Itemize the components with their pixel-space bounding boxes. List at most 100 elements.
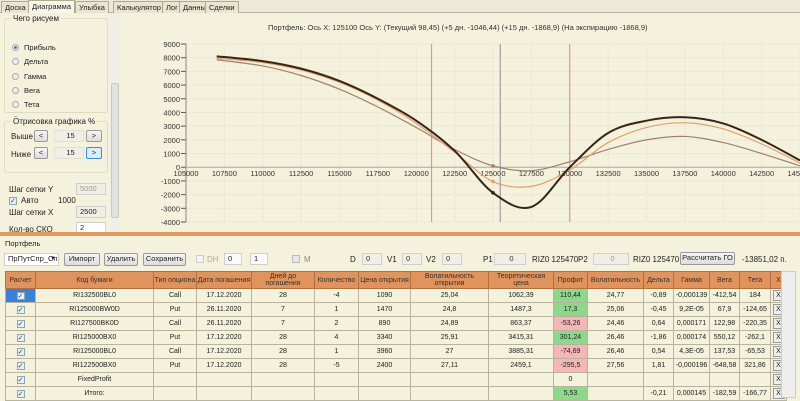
- x-tick-label: 135000: [634, 169, 659, 178]
- p2-field[interactable]: 0: [593, 253, 629, 265]
- calc-checkbox-cell[interactable]: ✓: [5, 358, 36, 373]
- delete-button[interactable]: Удалить: [104, 253, 138, 266]
- radio-0[interactable]: Прибыль: [12, 43, 56, 52]
- calc-checkbox[interactable]: ✓: [16, 333, 25, 342]
- calc-checkbox-cell[interactable]: ✓: [5, 372, 36, 387]
- column-header[interactable]: Волатильность: [587, 271, 644, 289]
- table-cell: -0,000139: [673, 288, 710, 303]
- grid-y-field[interactable]: 5000: [76, 183, 106, 195]
- table-row[interactable]: ✓ RI125000BX0 Put 17.12.2020 28 4 3340 25,91 341…: [5, 330, 787, 345]
- column-header[interactable]: Дней до погашения: [251, 271, 315, 289]
- column-header[interactable]: Расчет: [5, 271, 36, 289]
- save-button[interactable]: Сохранить: [143, 253, 186, 266]
- tab-0[interactable]: Доска: [1, 1, 30, 13]
- table-row[interactable]: ✓ RI132500BL0 Call 17.12.2020 28 -4 1090 25,04 1…: [5, 288, 787, 303]
- spin2-field[interactable]: 1: [250, 253, 268, 265]
- column-header[interactable]: Цена открытия: [358, 271, 411, 289]
- calc-checkbox[interactable]: ✓: [16, 319, 25, 328]
- table-cell: 3415,31: [488, 330, 554, 345]
- calc-checkbox-cell[interactable]: ✓: [5, 386, 36, 401]
- column-header[interactable]: Гамма: [673, 271, 710, 289]
- grid-x-field[interactable]: 2500: [76, 206, 106, 218]
- table-cell: 0,000174: [673, 330, 710, 345]
- calculate-go-button[interactable]: Рассчитать ГО: [680, 252, 735, 265]
- m-checkbox[interactable]: [292, 255, 300, 263]
- v1-field[interactable]: 0: [402, 253, 422, 265]
- radio-2[interactable]: Гамма: [12, 72, 46, 81]
- p1-field[interactable]: 0: [494, 253, 526, 265]
- below-decrease-button[interactable]: <: [34, 147, 48, 159]
- scrollbar-thumb[interactable]: [111, 83, 119, 218]
- table-row[interactable]: ✓ RI125000BW0D Put 26.11.2020 7 1 1470 24,8 1487…: [5, 302, 787, 317]
- radio-4[interactable]: Тета: [12, 100, 40, 109]
- column-header[interactable]: Дата погашения: [196, 271, 252, 289]
- d-field[interactable]: 0: [362, 253, 382, 265]
- table-cell: 1: [314, 302, 359, 317]
- auto-checkbox[interactable]: ✓: [9, 197, 17, 205]
- calc-checkbox-cell[interactable]: ✓: [5, 302, 36, 317]
- table-row[interactable]: ✓ RI127500BK0D Call 26.11.2020 7 2 890 24,89 863…: [5, 316, 787, 331]
- calc-checkbox[interactable]: ✓: [16, 375, 25, 384]
- table-cell: [643, 372, 674, 387]
- import-button[interactable]: Импорт: [64, 253, 100, 266]
- table-row[interactable]: ✓ RI122500BX0 Put 17.12.2020 28 -5 2400 27,11 24…: [5, 358, 787, 373]
- dh-checkbox[interactable]: [196, 255, 204, 263]
- column-header[interactable]: Волатильность открытия: [410, 271, 489, 289]
- calc-checkbox-cell[interactable]: ✓: [5, 344, 36, 359]
- radio-3[interactable]: Вега: [12, 86, 40, 95]
- above-decrease-button[interactable]: <: [34, 130, 48, 142]
- column-header[interactable]: Вега: [709, 271, 740, 289]
- left-panel-scrollbar[interactable]: [110, 13, 120, 233]
- p2-label: P2: [578, 255, 588, 264]
- below-value-field[interactable]: 15: [54, 147, 84, 159]
- calc-checkbox-cell[interactable]: ✓: [5, 288, 36, 303]
- table-cell: 28: [251, 358, 315, 373]
- table-cell: 17,3: [553, 302, 588, 317]
- y-tick-label: 8000: [163, 54, 180, 63]
- table-cell: 1: [314, 344, 359, 359]
- above-increase-button[interactable]: >: [86, 130, 102, 142]
- table-cell: 1487,3: [488, 302, 554, 317]
- column-header[interactable]: Количество: [314, 271, 359, 289]
- calc-checkbox[interactable]: ✓: [16, 361, 25, 370]
- calc-checkbox[interactable]: ✓: [16, 347, 25, 356]
- table-cell: -182,59: [709, 386, 740, 401]
- calc-checkbox[interactable]: ✓: [16, 291, 25, 300]
- draw-range-title: Отрисовка графика %: [11, 117, 98, 126]
- table-row[interactable]: ✓ RI125000BL0 Call 17.12.2020 28 1 3960 27 3885,…: [5, 344, 787, 359]
- profit-chart[interactable]: 105000 107500 110000 112500 115000 117500 1200…: [120, 13, 800, 233]
- d-label: D: [350, 255, 356, 264]
- splitter[interactable]: [0, 232, 800, 236]
- y-tick-label: 2000: [163, 136, 180, 145]
- calc-checkbox[interactable]: ✓: [16, 305, 25, 314]
- column-header[interactable]: Код бумаги: [35, 271, 154, 289]
- table-cell: 26,46: [587, 344, 644, 359]
- calc-checkbox[interactable]: ✓: [16, 389, 25, 398]
- column-header[interactable]: Профит: [553, 271, 588, 289]
- below-increase-button[interactable]: >: [86, 147, 102, 159]
- calc-checkbox-cell[interactable]: ✓: [5, 316, 36, 331]
- column-header[interactable]: Тета: [739, 271, 771, 289]
- grid-x-label: Шаг сетки X: [9, 208, 54, 217]
- column-header[interactable]: Теоретическая цена: [488, 271, 554, 289]
- v2-field[interactable]: 0: [442, 253, 462, 265]
- table-row[interactable]: ✓ FixedProfit 0 X: [5, 372, 787, 387]
- tab-2[interactable]: Улыбка: [75, 1, 109, 13]
- m-label: M: [304, 255, 311, 264]
- column-header[interactable]: Тип опциона: [153, 271, 197, 289]
- table-row[interactable]: ✓ Итого: 5,53 -0,21 0,000145 -182,59 -166,77 X: [5, 386, 787, 401]
- spin1-field[interactable]: 0: [224, 253, 242, 265]
- tab-3[interactable]: Калькулятор: [113, 1, 165, 13]
- calc-checkbox-cell[interactable]: ✓: [5, 330, 36, 345]
- portfolio-select[interactable]: ПрПутСпр_Сп ▼: [4, 253, 59, 266]
- radio-1[interactable]: Дельта: [12, 57, 48, 66]
- tab-1[interactable]: Диаграмма: [28, 0, 76, 13]
- table-scrollbar[interactable]: [781, 271, 796, 398]
- tab-6[interactable]: Сделки: [205, 1, 239, 13]
- column-header[interactable]: Дельта: [643, 271, 674, 289]
- table-cell: 9,2E-05: [673, 302, 710, 317]
- above-value-field[interactable]: 15: [54, 130, 84, 142]
- y-tick-label: -4000: [161, 218, 180, 227]
- table-cell: [410, 372, 489, 387]
- table-cell: [251, 372, 315, 387]
